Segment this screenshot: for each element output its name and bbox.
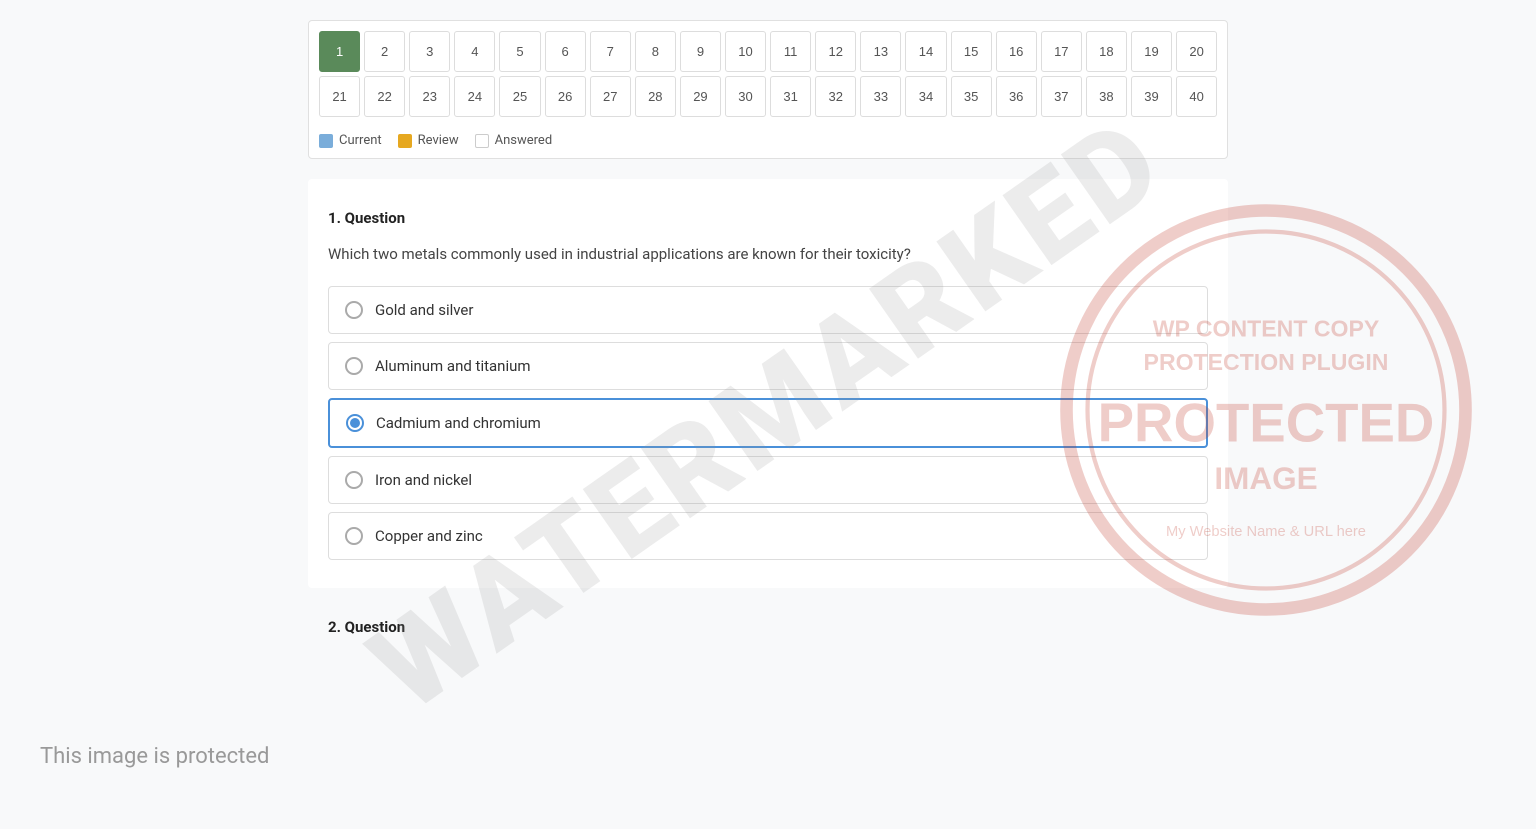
option-radio-5 [345, 527, 363, 545]
legend-item-current: Current [319, 133, 382, 148]
nav-btn-39[interactable]: 39 [1131, 76, 1172, 117]
nav-btn-34[interactable]: 34 [905, 76, 946, 117]
nav-btn-12[interactable]: 12 [815, 31, 856, 72]
legend-current-label: Current [339, 133, 382, 148]
option-radio-3 [346, 414, 364, 432]
nav-btn-31[interactable]: 31 [770, 76, 811, 117]
nav-btn-14[interactable]: 14 [905, 31, 946, 72]
nav-btn-32[interactable]: 32 [815, 76, 856, 117]
question-navigator: 1234567891011121314151617181920212223242… [308, 20, 1228, 159]
nav-btn-38[interactable]: 38 [1086, 76, 1127, 117]
question-2-label: 2. Question [308, 608, 1228, 636]
review-swatch [398, 134, 412, 148]
legend-item-review: Review [398, 133, 459, 148]
option-text-4: Iron and nickel [375, 471, 472, 489]
option-radio-1 [345, 301, 363, 319]
option-radio-2 [345, 357, 363, 375]
nav-btn-19[interactable]: 19 [1131, 31, 1172, 72]
option-text-1: Gold and silver [375, 301, 473, 319]
nav-btn-20[interactable]: 20 [1176, 31, 1217, 72]
protected-text: This image is protected [40, 744, 269, 769]
nav-btn-30[interactable]: 30 [725, 76, 766, 117]
nav-btn-2[interactable]: 2 [364, 31, 405, 72]
question-section-1: 1. Question Which two metals commonly us… [308, 179, 1228, 588]
option-item-5[interactable]: Copper and zinc [328, 512, 1208, 560]
nav-btn-36[interactable]: 36 [996, 76, 1037, 117]
nav-btn-35[interactable]: 35 [951, 76, 992, 117]
nav-btn-1[interactable]: 1 [319, 31, 360, 72]
option-item-2[interactable]: Aluminum and titanium [328, 342, 1208, 390]
nav-grid: 1234567891011121314151617181920212223242… [319, 31, 1217, 117]
nav-btn-4[interactable]: 4 [454, 31, 495, 72]
legend-item-answered: Answered [475, 133, 553, 148]
nav-btn-28[interactable]: 28 [635, 76, 676, 117]
nav-btn-21[interactable]: 21 [319, 76, 360, 117]
option-text-3: Cadmium and chromium [376, 414, 541, 432]
legend-answered-label: Answered [495, 133, 553, 148]
option-radio-4 [345, 471, 363, 489]
nav-btn-15[interactable]: 15 [951, 31, 992, 72]
nav-btn-27[interactable]: 27 [590, 76, 631, 117]
current-swatch [319, 134, 333, 148]
answered-swatch [475, 134, 489, 148]
nav-btn-37[interactable]: 37 [1041, 76, 1082, 117]
option-item-4[interactable]: Iron and nickel [328, 456, 1208, 504]
nav-btn-22[interactable]: 22 [364, 76, 405, 117]
nav-btn-40[interactable]: 40 [1176, 76, 1217, 117]
nav-btn-29[interactable]: 29 [680, 76, 721, 117]
nav-btn-11[interactable]: 11 [770, 31, 811, 72]
nav-btn-23[interactable]: 23 [409, 76, 450, 117]
legend-review-label: Review [418, 133, 459, 148]
nav-btn-25[interactable]: 25 [499, 76, 540, 117]
nav-btn-33[interactable]: 33 [860, 76, 901, 117]
nav-btn-24[interactable]: 24 [454, 76, 495, 117]
nav-btn-7[interactable]: 7 [590, 31, 631, 72]
nav-btn-9[interactable]: 9 [680, 31, 721, 72]
nav-btn-26[interactable]: 26 [545, 76, 586, 117]
nav-btn-5[interactable]: 5 [499, 31, 540, 72]
option-text-5: Copper and zinc [375, 527, 483, 545]
options-list-1: Gold and silver Aluminum and titanium Cadm… [328, 286, 1208, 568]
question-1-text: Which two metals commonly used in indust… [328, 243, 1208, 266]
question-1-label: 1. Question [328, 209, 1208, 227]
legend: Current Review Answered [319, 127, 1217, 148]
nav-btn-17[interactable]: 17 [1041, 31, 1082, 72]
page-wrapper: 1234567891011121314151617181920212223242… [268, 0, 1268, 656]
option-item-3[interactable]: Cadmium and chromium [328, 398, 1208, 448]
nav-btn-13[interactable]: 13 [860, 31, 901, 72]
nav-btn-10[interactable]: 10 [725, 31, 766, 72]
nav-btn-16[interactable]: 16 [996, 31, 1037, 72]
nav-btn-6[interactable]: 6 [545, 31, 586, 72]
option-item-1[interactable]: Gold and silver [328, 286, 1208, 334]
option-text-2: Aluminum and titanium [375, 357, 531, 375]
nav-btn-3[interactable]: 3 [409, 31, 450, 72]
nav-btn-18[interactable]: 18 [1086, 31, 1127, 72]
nav-btn-8[interactable]: 8 [635, 31, 676, 72]
